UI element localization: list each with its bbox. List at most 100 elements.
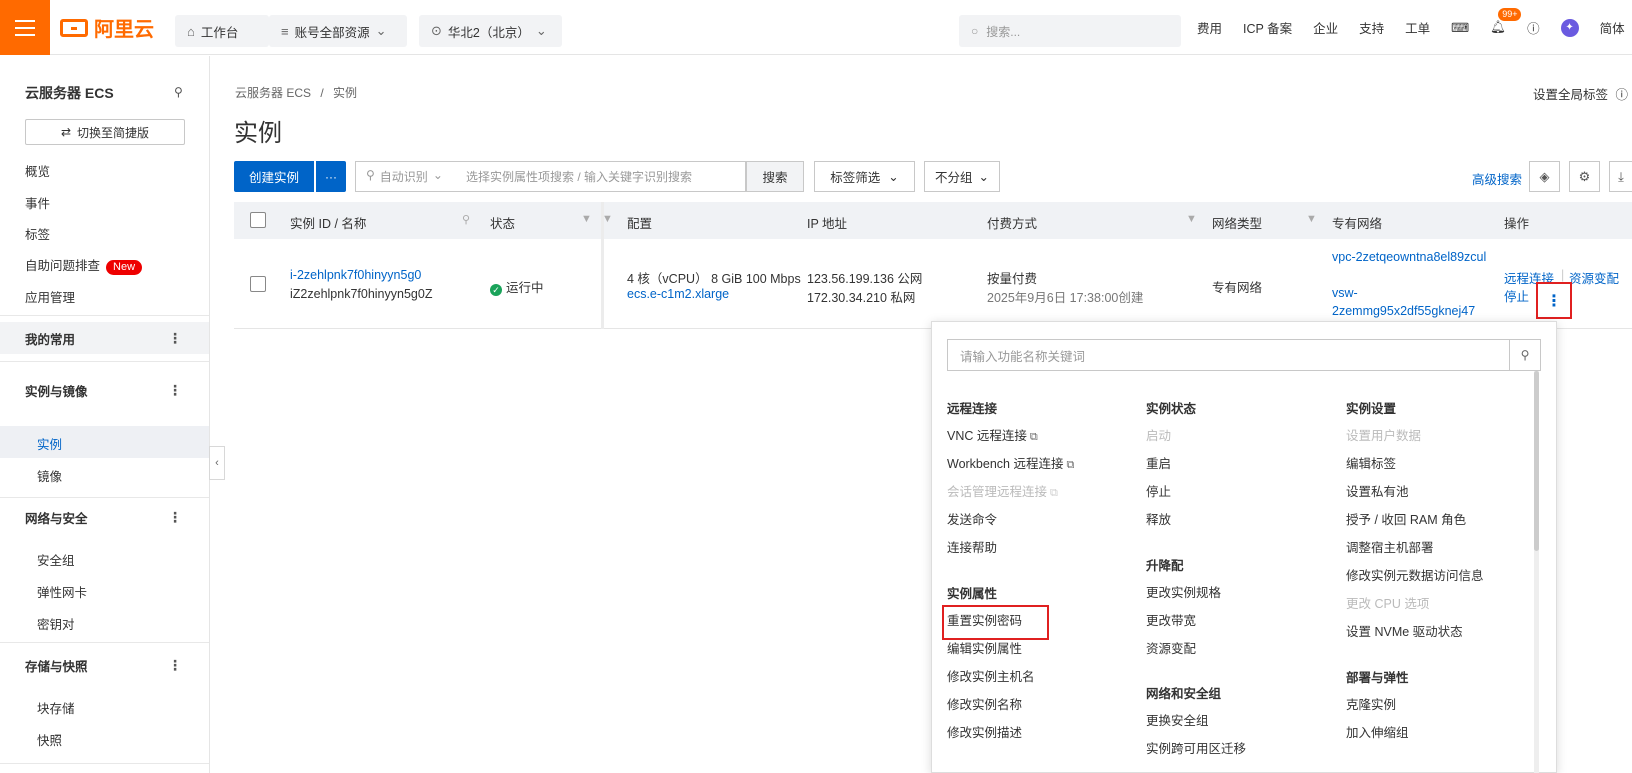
menu-item-send-command[interactable]: 发送命令 xyxy=(947,509,997,528)
sidebar-item-security-group[interactable]: 安全组 xyxy=(37,550,75,569)
more-vertical-icon[interactable]: ⋮ xyxy=(168,657,182,674)
vsw-link[interactable]: 2zemmg95x2df55gknej47 xyxy=(1332,304,1475,318)
sidebar-item-tags[interactable]: 标签 xyxy=(25,224,50,243)
sidebar-item-instance[interactable]: 实例 xyxy=(37,434,62,453)
more-vertical-icon[interactable]: ⋮ xyxy=(168,382,182,399)
filter-icon[interactable]: ▼ xyxy=(1306,213,1317,225)
gear-icon[interactable]: ⚙ xyxy=(1569,161,1600,192)
terminal-icon[interactable]: ⌨ xyxy=(1451,20,1469,35)
filter-icon[interactable]: ▼ xyxy=(1186,213,1197,225)
search-icon[interactable]: ⚲ xyxy=(174,85,183,99)
menu-item-metadata-access[interactable]: 修改实例元数据访问信息 xyxy=(1346,565,1484,584)
top-link-support[interactable]: 支持 xyxy=(1359,18,1384,37)
menu-item-edit-name[interactable]: 修改实例名称 xyxy=(947,694,1022,713)
search-icon[interactable]: ⚲ xyxy=(462,213,470,226)
sidebar-item-snapshot[interactable]: 快照 xyxy=(37,730,62,749)
sidebar-group-storage[interactable]: 存储与快照 ⋮ xyxy=(0,649,209,681)
instance-filter-input[interactable]: ⚲ 自动识别 ⌄ 选择实例属性项搜索 / 输入关键字识别搜索 xyxy=(355,161,746,192)
sidebar-item-events[interactable]: 事件 xyxy=(25,193,50,212)
collapse-sidebar-icon[interactable]: ‹ xyxy=(209,446,225,480)
global-search-input[interactable]: ○ 搜索... xyxy=(959,15,1181,47)
sidebar-item-overview[interactable]: 概览 xyxy=(25,161,50,180)
more-actions-button[interactable]: ··· xyxy=(316,161,346,192)
menu-item-nvme-driver[interactable]: 设置 NVMe 驱动状态 xyxy=(1346,621,1463,640)
sidebar-item-block-storage[interactable]: 块存储 xyxy=(37,698,75,717)
bell-icon[interactable]: 🔔︎ 99+ xyxy=(1490,8,1522,35)
switch-simple-button[interactable]: ⇄ 切换至简捷版 xyxy=(25,119,185,145)
menu-item-join-scaling-group[interactable]: 加入伸缩组 xyxy=(1346,722,1409,741)
menu-item-change-bandwidth[interactable]: 更改带宽 xyxy=(1146,610,1196,629)
menu-item-host-deployment[interactable]: 调整宿主机部署 xyxy=(1346,537,1434,556)
sidebar-group-favorites[interactable]: 我的常用 ⋮ xyxy=(0,322,209,354)
search-button[interactable]: 搜索 xyxy=(746,161,804,192)
search-icon[interactable]: ⚲ xyxy=(1509,339,1541,371)
top-link-ticket[interactable]: 工单 xyxy=(1405,18,1430,37)
menu-item-edit-hostname[interactable]: 修改实例主机名 xyxy=(947,666,1035,685)
menu-item-workbench-label: Workbench 远程连接 xyxy=(947,457,1064,471)
help-icon[interactable]: ⓘ xyxy=(1527,18,1540,37)
sidebar-item-keypair[interactable]: 密钥对 xyxy=(37,614,75,633)
menu-item-vnc[interactable]: VNC 远程连接 ⧉ xyxy=(947,425,1038,444)
filter-mode-select[interactable]: ⚲ 自动识别 ⌄ xyxy=(356,168,456,185)
instance-id-link[interactable]: i-2zehlpnk7f0hinyyn5g0 xyxy=(290,268,421,282)
menu-item-change-security-group[interactable]: 更换安全组 xyxy=(1146,710,1209,729)
menu-icon[interactable] xyxy=(0,0,50,55)
menu-item-edit-attributes[interactable]: 编辑实例属性 xyxy=(947,638,1022,657)
sidebar-item-apps[interactable]: 应用管理 xyxy=(25,287,75,306)
filter-icon[interactable]: ▼ xyxy=(581,213,592,225)
sidebar-group-instances[interactable]: 实例与镜像 ⋮ xyxy=(0,374,209,406)
menu-item-release[interactable]: 释放 xyxy=(1146,509,1171,528)
function-search-input[interactable]: 请输入功能名称关键词 xyxy=(947,339,1510,371)
sidebar-item-troubleshoot[interactable]: 自助问题排查 New xyxy=(25,255,143,275)
menu-item-restart[interactable]: 重启 xyxy=(1146,453,1171,472)
create-instance-button[interactable]: 创建实例 xyxy=(234,161,314,192)
filter-placeholder: 选择实例属性项搜索 / 输入关键字识别搜索 xyxy=(466,170,693,184)
config-spec: 4 核（vCPU） 8 GiB 100 Mbps xyxy=(627,268,801,287)
global-tag-link[interactable]: 设置全局标签 ⓘ xyxy=(1533,84,1628,103)
menu-item-private-pool[interactable]: 设置私有池 xyxy=(1346,481,1409,500)
more-vertical-icon[interactable]: ⋮ xyxy=(168,330,182,347)
sidebar-item-image[interactable]: 镜像 xyxy=(37,466,62,485)
help-icon[interactable]: ⓘ xyxy=(1616,88,1629,102)
stop-link[interactable]: 停止 xyxy=(1504,286,1529,305)
menu-item-edit-tags[interactable]: 编辑标签 xyxy=(1346,453,1396,472)
menu-item-connect-help[interactable]: 连接帮助 xyxy=(947,537,997,556)
top-link-fee[interactable]: 费用 xyxy=(1197,18,1222,37)
top-link-enterprise[interactable]: 企业 xyxy=(1313,18,1338,37)
advanced-search-link[interactable]: 高级搜索 xyxy=(1472,169,1522,188)
menu-item-ram-role[interactable]: 授予 / 收回 RAM 角色 xyxy=(1346,509,1466,528)
menu-item-resource-change[interactable]: 资源变配 xyxy=(1146,638,1196,657)
vpc-link[interactable]: vpc-2zetqeowntna8el89zcul xyxy=(1332,250,1486,264)
sidebar-group-network[interactable]: 网络与安全 ⋮ xyxy=(0,501,209,533)
more-vertical-icon[interactable]: ⋮ xyxy=(1536,282,1572,319)
breadcrumb-root[interactable]: 云服务器 ECS xyxy=(235,86,311,100)
menu-item-start: 启动 xyxy=(1146,429,1172,443)
row-checkbox[interactable] xyxy=(250,276,266,292)
menu-item-workbench[interactable]: Workbench 远程连接 ⧉ xyxy=(947,453,1074,472)
top-link-icp[interactable]: ICP 备案 xyxy=(1243,18,1292,37)
menu-item-edit-description[interactable]: 修改实例描述 xyxy=(947,722,1022,741)
download-icon[interactable]: ⤓ xyxy=(1609,161,1632,192)
menu-item-stop[interactable]: 停止 xyxy=(1146,481,1171,500)
layers-icon[interactable]: ◈ xyxy=(1529,161,1560,192)
region-select[interactable]: ⊙ 华北2（北京） ⌄ xyxy=(419,15,562,47)
group-deploy-elastic: 部署与弹性 xyxy=(1346,671,1409,685)
instance-type-link[interactable]: ecs.e-c1m2.xlarge xyxy=(627,287,729,301)
tag-filter-button[interactable]: 标签筛选 ⌄ xyxy=(814,161,915,192)
language-select[interactable]: 简体 xyxy=(1600,18,1625,37)
workbench-button[interactable]: ⌂ 工作台 xyxy=(175,15,269,47)
vsw-prefix[interactable]: vsw- xyxy=(1332,286,1358,300)
resource-change-link[interactable]: 资源变配 xyxy=(1569,268,1619,287)
sidebar-item-eni[interactable]: 弹性网卡 xyxy=(37,582,87,601)
select-all-checkbox[interactable] xyxy=(250,212,266,228)
menu-item-cross-zone-migrate[interactable]: 实例跨可用区迁移 xyxy=(1146,738,1246,757)
more-vertical-icon[interactable]: ⋮ xyxy=(168,509,182,526)
menu-item-change-spec[interactable]: 更改实例规格 xyxy=(1146,582,1221,601)
aliyun-logo[interactable]: 阿里云 xyxy=(60,14,154,41)
account-scope-select[interactable]: ≡ 账号全部资源 ⌄ xyxy=(269,15,407,47)
panel-scrollbar-thumb[interactable] xyxy=(1534,371,1539,551)
menu-item-clone-instance[interactable]: 克隆实例 xyxy=(1346,694,1396,713)
global-tag-label: 设置全局标签 xyxy=(1533,88,1609,102)
group-select[interactable]: 不分组 ⌄ xyxy=(924,161,1000,192)
avatar[interactable]: ✦ xyxy=(1560,18,1579,37)
